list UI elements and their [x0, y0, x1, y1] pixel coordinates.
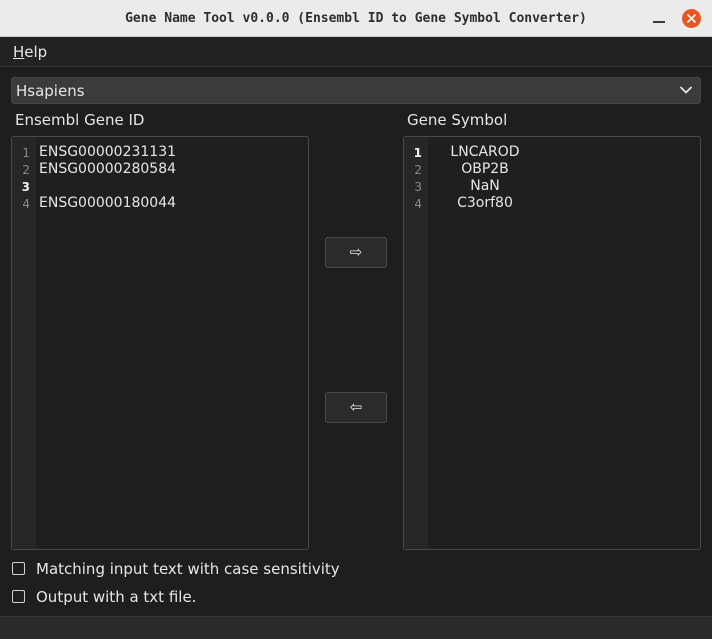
editor-line: ENSG00000280584	[39, 161, 177, 177]
arrow-right-icon: ⇨	[349, 243, 363, 261]
menu-help-label: elp	[24, 43, 48, 61]
editor-line: NaN	[470, 178, 500, 194]
line-numbers: 1 2 3 4	[404, 145, 428, 213]
window-title: Gene Name Tool v0.0.0 (Ensembl ID to Gen…	[125, 11, 587, 26]
line-number: 3	[21, 180, 30, 194]
menu-help-mnemonic: H	[13, 43, 25, 61]
gene-symbol-editor[interactable]: 1 2 3 4 LNCAROD OBP2B NaN C3orf80	[403, 136, 701, 550]
convert-to-id-button[interactable]: ⇦	[325, 392, 387, 423]
menu-help[interactable]: Help	[13, 43, 47, 61]
editor-line: OBP2B	[461, 161, 509, 177]
chevron-down-icon	[680, 86, 692, 94]
line-number: 1	[413, 146, 422, 160]
line-numbers: 1 2 3 4	[12, 145, 36, 213]
minimize-button[interactable]	[652, 12, 666, 26]
title-bar: Gene Name Tool v0.0.0 (Ensembl ID to Gen…	[0, 0, 712, 37]
line-number: 1	[22, 146, 30, 160]
line-number: 4	[414, 197, 422, 211]
line-number: 2	[414, 163, 422, 177]
menu-bar: Help	[0, 37, 712, 67]
species-select[interactable]: Hsapiens	[11, 77, 701, 104]
editor-line: LNCAROD	[450, 144, 520, 160]
line-number: 2	[22, 163, 30, 177]
line-number: 4	[22, 197, 30, 211]
convert-to-symbol-button[interactable]: ⇨	[325, 237, 387, 268]
txt-output-label[interactable]: Output with a txt file.	[36, 588, 196, 606]
status-bar	[0, 616, 712, 639]
editor-text: ENSG00000231131 ENSG00000280584 ENSG000001…	[39, 144, 308, 212]
gene-symbol-label: Gene Symbol	[407, 111, 508, 129]
species-select-value: Hsapiens	[16, 82, 85, 100]
txt-output-checkbox[interactable]	[12, 590, 25, 603]
editor-line: ENSG00000231131	[39, 144, 177, 160]
close-button[interactable]	[682, 9, 701, 28]
case-sensitivity-checkbox[interactable]	[12, 562, 25, 575]
line-number: 3	[414, 180, 422, 194]
ensembl-id-editor[interactable]: 1234 ENSG00000231131 ENSG00000280584 ENSG0…	[11, 136, 309, 550]
ensembl-id-label: Ensembl Gene ID	[15, 111, 145, 129]
close-icon	[687, 14, 696, 23]
case-sensitivity-label[interactable]: Matching input text with case sensitivit…	[36, 560, 340, 578]
editor-line: ENSG00000180044	[39, 195, 177, 211]
editor-text: LNCAROD OBP2B NaN C3orf80	[431, 144, 700, 212]
editor-line: C3orf80	[457, 195, 513, 211]
arrow-left-icon: ⇦	[349, 398, 363, 416]
